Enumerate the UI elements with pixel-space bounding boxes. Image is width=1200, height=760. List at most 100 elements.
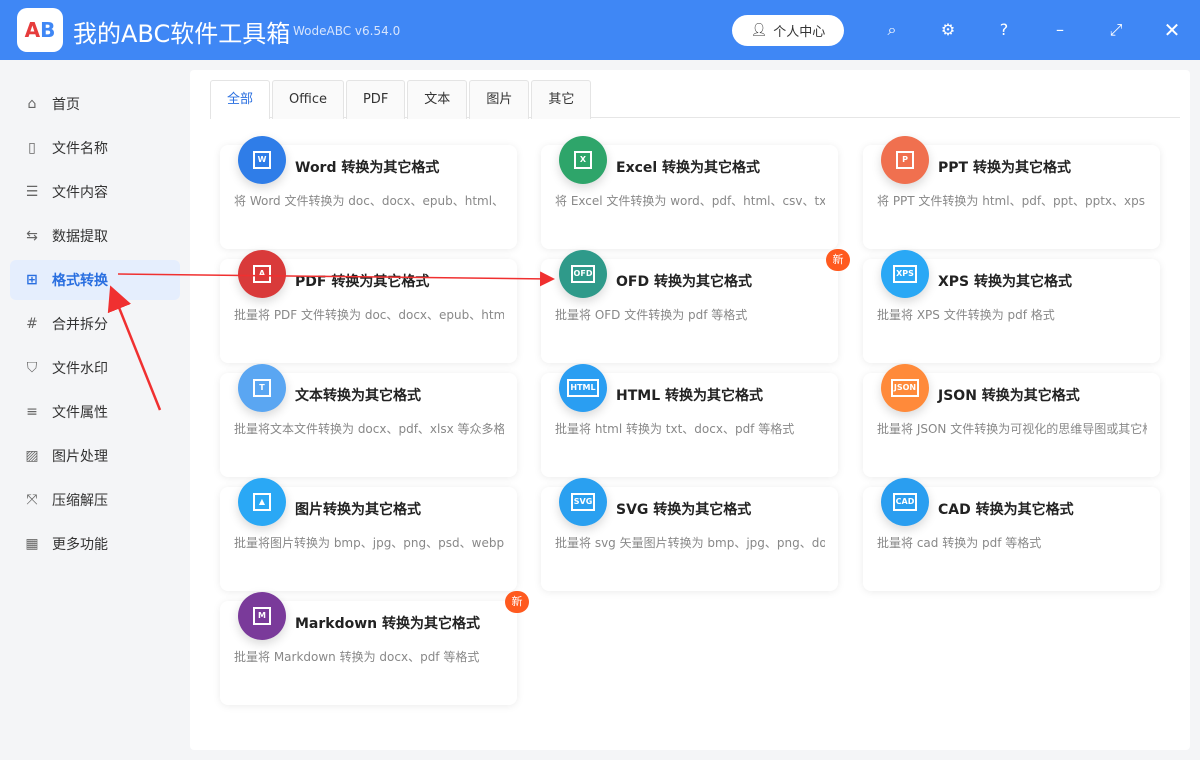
gear-icon[interactable]: ⚙ [936, 18, 960, 42]
json-icon: JSON [881, 364, 929, 412]
sidebar-item-label: 合并拆分 [52, 317, 108, 333]
sidebar: ⌂ 首页 ▯ 文件名称 ☰ 文件内容 ⇆ 数据提取 ⊞ 格式转换 # 合并拆分 ⛉ 文件水印 ≡ 文件属性 ▨ 图… [0, 60, 180, 760]
icon-label: JSON [890, 379, 920, 397]
icon-label: ▲ [253, 493, 271, 511]
tool-card[interactable]: X Excel 转换为其它格式将 Excel 文件转换为 word、pdf、htm… [541, 136, 838, 249]
icon-label: HTML [567, 379, 599, 397]
app-title: 我的ABC软件工具箱 [73, 20, 291, 48]
sidebar-item-label: 压缩解压 [52, 493, 108, 509]
sidebar-item-label: 文件名称 [52, 141, 108, 157]
sidebar-item[interactable]: ▨ 图片处理 [10, 436, 180, 476]
card-description: 将 PPT 文件转换为 html、pdf、ppt、pptx、xps 等 [877, 194, 1147, 208]
user-center-button[interactable]: 👤︎ 个人中心 [732, 15, 844, 46]
sidebar-item-label: 文件内容 [52, 185, 108, 201]
sidebar-item-label: 数据提取 [52, 229, 108, 245]
sidebar-item[interactable]: ⤧ 压缩解压 [10, 480, 180, 520]
card-title: Markdown 转换为其它格式 [295, 616, 481, 632]
icon-label: OFD [570, 265, 596, 283]
sidebar-item[interactable]: ⛉ 文件水印 [10, 348, 180, 388]
tab-4[interactable]: 图片 [469, 80, 530, 119]
icon-label: CAD [892, 493, 918, 511]
icon-label: XPS [893, 265, 917, 283]
card-description: 批量将图片转换为 bmp、jpg、png、psd、webp、 [234, 536, 504, 550]
file-attributes-icon: ≡ [26, 404, 38, 420]
sidebar-item-label: 文件水印 [52, 361, 108, 377]
sidebar-item[interactable]: ⇆ 数据提取 [10, 216, 180, 256]
card-description: 将 Excel 文件转换为 word、pdf、html、csv、txt、s [555, 194, 825, 208]
card-title: XPS 转换为其它格式 [938, 274, 1073, 290]
sidebar-item-label: 首页 [52, 97, 80, 113]
html-icon: HTML [559, 364, 607, 412]
tool-card[interactable]: CAD CAD 转换为其它格式 批量将 cad 转换为 pdf 等格式 [863, 478, 1160, 591]
new-badge: 新 [505, 591, 529, 613]
svg-icon: SVG [559, 478, 607, 526]
home-icon: ⌂ [27, 96, 37, 112]
app-logo: AB [17, 8, 63, 52]
app-version: WodeABC v6.54.0 [293, 24, 401, 38]
card-description: 批量将 PDF 文件转换为 doc、docx、epub、html、 [234, 308, 504, 322]
image-icon: ▨ [25, 448, 39, 464]
tool-card[interactable]: OFD OFD 转换为其它格式 批量将 OFD 文件转换为 pdf 等格式 新 [541, 249, 850, 363]
xps-icon: XPS [881, 250, 929, 298]
icon-label: A [253, 265, 271, 283]
sidebar-item[interactable]: ⊞ 格式转换 [10, 260, 180, 300]
card-description: 批量将 JSON 文件转换为可视化的思维导图或其它格 [877, 422, 1147, 436]
sidebar-item-label: 文件属性 [52, 405, 108, 421]
tab-0[interactable]: 全部 [210, 80, 271, 119]
tab-5[interactable]: 其它 [531, 80, 592, 119]
tab-2[interactable]: PDF [345, 80, 406, 119]
card-title: PPT 转换为其它格式 [938, 160, 1071, 176]
file-name-icon: ▯ [28, 140, 36, 156]
cad-icon: CAD [881, 478, 929, 526]
card-description: 批量将 XPS 文件转换为 pdf 格式 [877, 308, 1055, 322]
card-description: 批量将 Markdown 转换为 docx、pdf 等格式 [234, 650, 480, 664]
tool-card[interactable]: ▲ 图片转换为其它格式批量将图片转换为 bmp、jpg、png、psd、webp、 [220, 478, 517, 591]
sidebar-item[interactable]: ▦ 更多功能 [10, 524, 180, 564]
tool-card[interactable]: M Markdown 转换为其它格式批量将 Markdown 转换为 docx、p… [220, 591, 529, 705]
user-center-label: 个人中心 [773, 25, 826, 40]
category-tabs: 全部 Office PDF 文本 图片 其它 [210, 80, 1180, 119]
tool-card[interactable]: SVG SVG 转换为其它格式 批量将 svg 矢量图片转换为 bmp、jpg、pn… [541, 478, 838, 591]
card-title: HTML 转换为其它格式 [616, 388, 763, 404]
card-description: 批量将 svg 矢量图片转换为 bmp、jpg、png、docx [555, 536, 825, 550]
minimize-icon[interactable]: – [1048, 18, 1072, 42]
pdf-icon: A [238, 250, 286, 298]
tool-card[interactable]: JSON JSON 转换为其它格式 批量将 JSON 文件转换为可视化的思维导图或其… [863, 364, 1160, 477]
tool-card[interactable]: W Word 转换为其它格式将 Word 文件转换为 doc、docx、epub、… [220, 136, 517, 249]
image-convert-icon: ▲ [238, 478, 286, 526]
tool-card[interactable]: XPS XPS 转换为其它格式批量将 XPS 文件转换为 pdf 格式 [863, 250, 1160, 363]
tool-card[interactable]: A PDF 转换为其它格式 批量将 PDF 文件转换为 doc、docx、epub、… [220, 250, 517, 363]
close-icon[interactable]: ✕ [1160, 18, 1184, 42]
main-panel: 全部 Office PDF 文本 图片 其它 W Word 转换为其它格式将 Word 文件… [190, 70, 1190, 750]
sidebar-item[interactable]: ≡ 文件属性 [10, 392, 180, 432]
tool-card[interactable]: P PPT 转换为其它格式将 PPT 文件转换为 html、pdf、ppt、ppt… [863, 136, 1160, 249]
card-title: Word 转换为其它格式 [295, 160, 440, 176]
card-title: 图片转换为其它格式 [295, 502, 421, 518]
word-icon: W [238, 136, 286, 184]
help-icon[interactable]: ? [992, 18, 1016, 42]
sidebar-item[interactable]: ☰ 文件内容 [10, 172, 180, 212]
maximize-icon[interactable]: ⤢ [1104, 18, 1128, 42]
excel-icon: X [559, 136, 607, 184]
tab-3[interactable]: 文本 [407, 80, 468, 119]
ofd-icon: OFD [559, 250, 607, 298]
sidebar-item[interactable]: ▯ 文件名称 [10, 128, 180, 168]
search-icon[interactable]: ⌕ [880, 18, 904, 42]
data-extract-icon: ⇆ [26, 228, 38, 244]
icon-label: SVG [570, 493, 596, 511]
icon-label: W [253, 151, 271, 169]
text-icon: T [238, 364, 286, 412]
card-description: 将 Word 文件转换为 doc、docx、epub、html、pd [234, 194, 504, 208]
sidebar-item[interactable]: # 合并拆分 [10, 304, 180, 344]
tool-card[interactable]: T 文本转换为其它格式批量将文本文件转换为 docx、pdf、xlsx 等众多格式 [220, 364, 517, 477]
icon-label: T [253, 379, 271, 397]
sidebar-item[interactable]: ⌂ 首页 [10, 84, 180, 124]
sidebar-item-label: 更多功能 [52, 537, 108, 553]
format-convert-icon: ⊞ [26, 272, 38, 288]
icon-label: M [253, 607, 271, 625]
card-description: 批量将文本文件转换为 docx、pdf、xlsx 等众多格式 [234, 422, 504, 436]
tool-card[interactable]: HTML HTML 转换为其它格式批量将 html 转换为 txt、docx、pd… [541, 364, 838, 477]
tab-1[interactable]: Office [272, 80, 344, 119]
card-description: 批量将 html 转换为 txt、docx、pdf 等格式 [555, 422, 795, 436]
card-title: 文本转换为其它格式 [295, 388, 421, 404]
